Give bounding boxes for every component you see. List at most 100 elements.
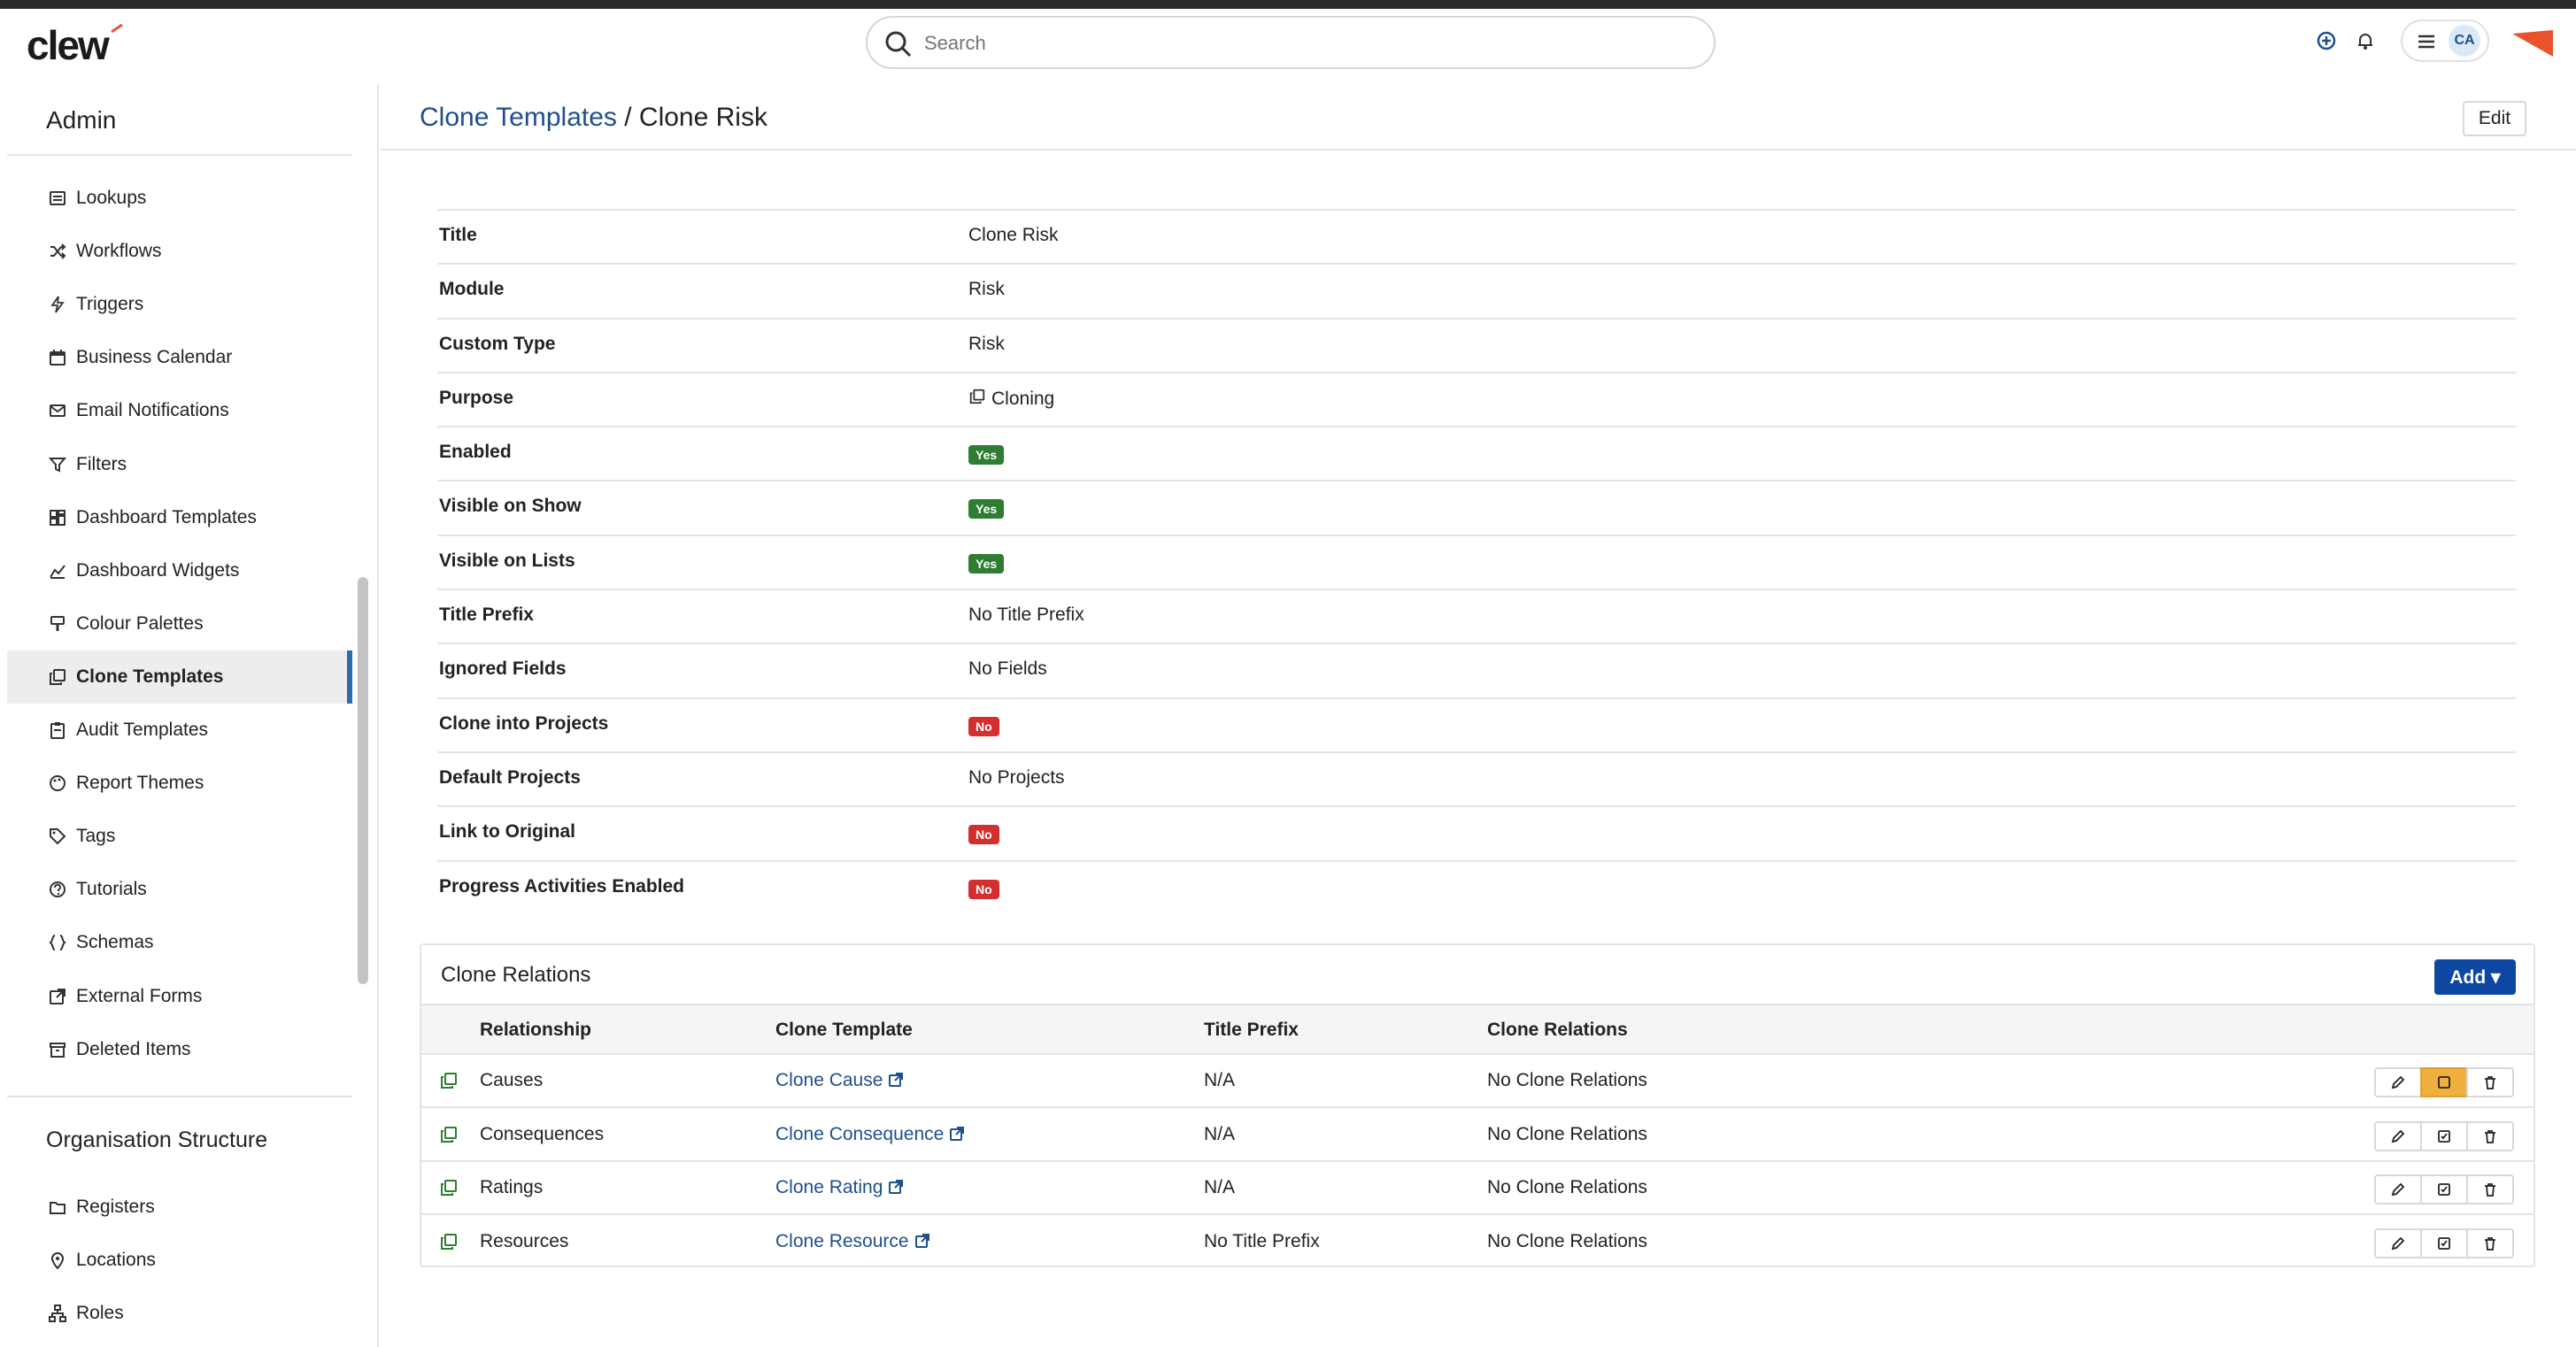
map-pin-icon bbox=[48, 1251, 67, 1270]
edit-row-button[interactable] bbox=[2374, 1228, 2422, 1258]
detail-row: Link to Original No bbox=[437, 805, 2516, 859]
delete-row-button[interactable] bbox=[2466, 1067, 2514, 1097]
search-bar[interactable] bbox=[866, 16, 1716, 69]
chart-icon bbox=[48, 561, 67, 581]
sidebar-item-filters[interactable]: Filters bbox=[7, 438, 352, 491]
edit-row-button[interactable] bbox=[2374, 1067, 2422, 1097]
toggle-row-button[interactable] bbox=[2420, 1120, 2468, 1151]
sidebar-scrollbar[interactable] bbox=[358, 577, 368, 984]
external-link-icon[interactable] bbox=[914, 1233, 930, 1249]
detail-label: Module bbox=[439, 279, 505, 300]
sidebar-item-label: Tags bbox=[76, 826, 116, 847]
title-prefix-cell: No Title Prefix bbox=[1204, 1230, 1320, 1251]
toggle-row-button[interactable] bbox=[2420, 1174, 2468, 1205]
dashboard-icon bbox=[48, 508, 67, 527]
sidebar-item-colour-palettes[interactable]: Colour Palettes bbox=[7, 597, 352, 650]
sidebar-item-tags[interactable]: Tags bbox=[7, 810, 352, 863]
template-link[interactable]: Clone Cause bbox=[775, 1070, 883, 1090]
sidebar-item-audit-templates[interactable]: Audit Templates bbox=[7, 704, 352, 757]
external-link-icon[interactable] bbox=[888, 1179, 904, 1195]
detail-value: Yes bbox=[968, 442, 1005, 466]
check-square-icon bbox=[2438, 1183, 2450, 1196]
detail-row: Enabled Yes bbox=[437, 426, 2516, 480]
delete-row-button[interactable] bbox=[2466, 1120, 2514, 1151]
sidebar-item-dashboard-templates[interactable]: Dashboard Templates bbox=[7, 491, 352, 544]
sidebar-item-tutorials[interactable]: Tutorials bbox=[7, 863, 352, 916]
clone-icon bbox=[441, 1126, 457, 1143]
add-circle-icon[interactable] bbox=[2310, 25, 2342, 57]
status-badge: Yes bbox=[968, 499, 1005, 520]
search-input[interactable] bbox=[924, 27, 1685, 60]
external-link-icon[interactable] bbox=[949, 1126, 965, 1142]
sidebar-item-label: Registers bbox=[76, 1197, 155, 1217]
bell-icon[interactable] bbox=[2349, 25, 2381, 57]
status-badge: No bbox=[968, 879, 999, 899]
sidebar-item-registers[interactable]: Registers bbox=[7, 1181, 352, 1234]
template-link[interactable]: Clone Resource bbox=[775, 1231, 909, 1251]
add-button-label: Add bbox=[2449, 966, 2487, 988]
detail-value-text: No Projects bbox=[968, 766, 1065, 788]
folder-icon bbox=[48, 1197, 67, 1217]
avatar: CA bbox=[2449, 25, 2480, 57]
sidebar-item-label: Business Calendar bbox=[76, 347, 233, 368]
clone-icon bbox=[441, 1180, 457, 1196]
detail-label: Link to Original bbox=[439, 821, 576, 843]
logo-accent-icon bbox=[111, 23, 123, 34]
detail-label: Title Prefix bbox=[439, 604, 534, 626]
toggle-row-button[interactable] bbox=[2420, 1067, 2468, 1097]
sidebar-item-external-forms[interactable]: External Forms bbox=[7, 970, 352, 1023]
detail-label: Visible on Show bbox=[439, 496, 582, 517]
clone-relations-title: Clone Relations bbox=[441, 963, 591, 987]
template-cell: Clone Rating bbox=[775, 1177, 904, 1198]
relationship-cell: Causes bbox=[480, 1070, 544, 1090]
sidebar-item-label: Report Themes bbox=[76, 773, 204, 794]
sidebar-item-email-notifications[interactable]: Email Notifications bbox=[7, 384, 352, 437]
sidebar-item-business-calendar[interactable]: Business Calendar bbox=[7, 331, 352, 384]
user-menu[interactable]: CA bbox=[2401, 19, 2489, 62]
row-actions bbox=[2374, 1067, 2516, 1097]
sidebar-item-label: Workflows bbox=[76, 241, 162, 262]
sidebar-item-schemas[interactable]: Schemas bbox=[7, 916, 352, 969]
add-relation-button[interactable]: Add ▾ bbox=[2434, 959, 2516, 995]
detail-value-text: No Fields bbox=[968, 658, 1047, 680]
title-prefix-cell: N/A bbox=[1204, 1070, 1236, 1090]
app-logo[interactable]: clew bbox=[27, 21, 110, 69]
detail-label: Default Projects bbox=[439, 766, 581, 788]
hamburger-icon bbox=[2418, 35, 2434, 49]
sidebar-item-report-themes[interactable]: Report Themes bbox=[7, 757, 352, 810]
details-list: Title Clone Risk Module Risk Custom Type Risk… bbox=[437, 209, 2516, 914]
sidebar: Admin Lookups Workflows Triggers Business C… bbox=[0, 85, 379, 1347]
sidebar-item-label: Dashboard Templates bbox=[76, 506, 257, 527]
sidebar-item-dashboard-widgets[interactable]: Dashboard Widgets bbox=[7, 544, 352, 597]
toggle-row-button[interactable] bbox=[2420, 1228, 2468, 1258]
detail-value: No Projects bbox=[968, 767, 1065, 789]
sidebar-item-label: External Forms bbox=[76, 985, 203, 1006]
edit-row-button[interactable] bbox=[2374, 1174, 2422, 1205]
delete-row-button[interactable] bbox=[2466, 1228, 2514, 1258]
external-link-icon bbox=[48, 987, 67, 1006]
check-square-icon bbox=[2438, 1129, 2450, 1143]
breadcrumb-link-clone-templates[interactable]: Clone Templates bbox=[420, 103, 617, 132]
sidebar-item-clone-templates[interactable]: Clone Templates bbox=[7, 650, 352, 704]
clone-relations-cell: No Clone Relations bbox=[1487, 1177, 1647, 1197]
sidebar-item-triggers[interactable]: Triggers bbox=[7, 278, 352, 331]
sidebar-item-label: Deleted Items bbox=[76, 1038, 191, 1059]
sidebar-item-roles[interactable]: Roles bbox=[7, 1287, 352, 1340]
edit-row-button[interactable] bbox=[2374, 1120, 2422, 1151]
breadcrumb-separator: / bbox=[616, 103, 639, 132]
sidebar-item-deleted-items[interactable]: Deleted Items bbox=[7, 1023, 352, 1076]
delete-row-button[interactable] bbox=[2466, 1174, 2514, 1205]
sidebar-item-label: Filters bbox=[76, 453, 127, 474]
template-link[interactable]: Clone Consequence bbox=[775, 1124, 944, 1144]
template-link[interactable]: Clone Rating bbox=[775, 1177, 883, 1197]
archive-icon bbox=[48, 1040, 67, 1059]
sidebar-item-label: Audit Templates bbox=[76, 720, 209, 740]
external-link-icon[interactable] bbox=[888, 1072, 904, 1088]
sidebar-item-lookups[interactable]: Lookups bbox=[7, 172, 352, 225]
sidebar-item-locations[interactable]: Locations bbox=[7, 1234, 352, 1287]
edit-button[interactable]: Edit bbox=[2463, 101, 2526, 136]
square-icon bbox=[2438, 1076, 2450, 1089]
table-row: Resources Clone Resource No Title Prefix No… bbox=[421, 1216, 2534, 1269]
detail-label: Ignored Fields bbox=[439, 658, 567, 680]
sidebar-item-workflows[interactable]: Workflows bbox=[7, 225, 352, 278]
